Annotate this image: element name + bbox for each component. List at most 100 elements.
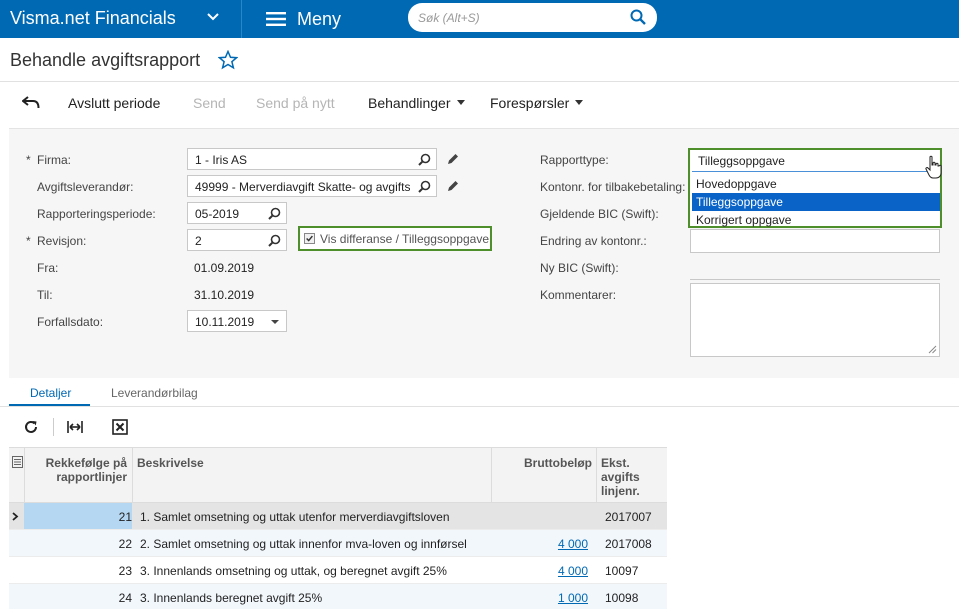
row-description[interactable]: 3. Innenlands omsetning og uttak, og ber… <box>140 564 447 578</box>
provider-label: Avgiftsleverandør: <box>37 180 134 194</box>
report-type-option-supplementary[interactable]: Tilleggsoppgave <box>692 193 940 211</box>
actions-menu-label: Behandlinger <box>368 95 451 111</box>
column-header-ext-line1: Ekst. <box>601 456 630 470</box>
report-type-option-main[interactable]: Hovedoppgave <box>692 175 940 193</box>
comments-label: Kommentarer: <box>540 288 617 302</box>
bic-label: Gjeldende BIC (Swift): <box>540 207 659 221</box>
company-value: 1 - Iris AS <box>195 153 248 167</box>
edit-pencil-icon[interactable] <box>446 153 459 166</box>
column-settings-icon[interactable] <box>12 456 23 468</box>
from-label: Fra: <box>37 261 59 275</box>
report-type-value[interactable]: Tilleggsoppgave <box>692 152 938 172</box>
row-ext[interactable]: 10098 <box>605 591 638 605</box>
show-diff-checkbox[interactable]: Vis differanse / Tilleggsoppgave <box>298 226 492 251</box>
row-ext[interactable]: 2017007 <box>605 510 652 524</box>
table-row[interactable]: 23 3. Innenlands omsetning og uttak, og … <box>9 557 667 584</box>
row-gross-link[interactable]: 1 000 <box>528 591 588 605</box>
row-ext[interactable]: 10097 <box>605 564 638 578</box>
row-order[interactable]: 21 <box>72 510 132 524</box>
report-type-option-corrected[interactable]: Korrigert oppgave <box>692 211 940 229</box>
row-order[interactable]: 24 <box>72 591 132 605</box>
search-input[interactable] <box>418 9 618 27</box>
chevron-down-icon[interactable] <box>206 10 220 24</box>
refresh-icon[interactable] <box>23 419 39 435</box>
hand-cursor-icon <box>925 155 942 179</box>
page-title: Behandle avgiftsrapport <box>10 50 201 70</box>
row-description[interactable]: 1. Samlet omsetning og uttak utenfor mer… <box>140 510 450 524</box>
resend-button[interactable]: Send på nytt <box>256 95 335 111</box>
new-bic-field[interactable] <box>690 279 940 280</box>
menu-button[interactable]: Meny <box>297 9 341 30</box>
search-icon[interactable] <box>418 153 431 166</box>
period-field[interactable]: 05-2019 <box>187 202 287 224</box>
revision-value: 2 <box>195 234 202 248</box>
send-button[interactable]: Send <box>193 95 226 111</box>
change-account-field[interactable] <box>690 229 940 253</box>
table-row[interactable]: 22 2. Samlet omsetning og uttak innenfor… <box>9 530 667 557</box>
required-mark: * <box>26 234 31 248</box>
row-pointer-icon <box>12 512 19 521</box>
show-diff-label: Vis differanse / Tilleggsoppgave <box>320 232 490 246</box>
column-header-gross[interactable]: Bruttobeløp <box>496 456 592 470</box>
search-icon[interactable] <box>268 234 281 247</box>
app-brand[interactable]: Visma.net Financials <box>10 8 176 29</box>
row-description[interactable]: 2. Samlet omsetning og uttak innenfor mv… <box>140 537 467 551</box>
row-gross-link[interactable]: 4 000 <box>528 564 588 578</box>
required-mark: * <box>26 153 31 167</box>
row-ext[interactable]: 2017008 <box>605 537 652 551</box>
inquiries-menu-label: Forespørsler <box>490 95 570 111</box>
revision-field[interactable]: 2 <box>187 229 287 251</box>
caret-down-icon <box>456 99 465 105</box>
edit-pencil-icon[interactable] <box>446 180 459 193</box>
period-value: 05-2019 <box>195 207 240 221</box>
column-header-order[interactable]: Rekkefølge på rapportlinjer <box>29 456 127 484</box>
column-header-ext-line[interactable]: Ekst. avgifts linjenr. <box>601 456 640 498</box>
row-order[interactable]: 23 <box>72 564 132 578</box>
resize-grip-icon[interactable] <box>928 345 937 354</box>
close-period-button[interactable]: Avslutt periode <box>68 95 160 111</box>
column-header-order-line1: Rekkefølge på <box>45 456 127 470</box>
column-header-ext-line3: linjenr. <box>601 484 640 498</box>
column-header-description[interactable]: Beskrivelse <box>137 456 204 470</box>
favorite-star-icon[interactable] <box>218 50 238 70</box>
tab-details[interactable]: Detaljer <box>30 386 71 400</box>
column-divider <box>24 448 25 503</box>
inquiries-menu[interactable]: Forespørsler <box>490 95 584 111</box>
due-date-label: Forfallsdato: <box>37 315 104 329</box>
comments-textarea[interactable] <box>690 283 940 357</box>
caret-down-icon <box>575 99 584 105</box>
hamburger-icon[interactable] <box>266 12 286 26</box>
fit-columns-icon[interactable] <box>67 419 83 435</box>
checkbox-checked-icon[interactable] <box>304 233 315 244</box>
report-type-label: Rapporttype: <box>540 153 609 167</box>
actions-menu[interactable]: Behandlinger <box>368 95 465 111</box>
table-row[interactable]: 21 1. Samlet omsetning og uttak utenfor … <box>9 503 667 530</box>
search-box[interactable] <box>408 3 657 32</box>
top-bar: Visma.net Financials Meny <box>0 0 959 38</box>
search-icon[interactable] <box>418 180 431 193</box>
row-description[interactable]: 3. Innenlands beregnet avgift 25% <box>140 591 322 605</box>
change-account-label: Endring av kontonr.: <box>540 234 647 248</box>
refund-account-label: Kontonr. for tilbakebetaling: <box>540 180 686 194</box>
undo-icon[interactable] <box>22 96 40 110</box>
table-row[interactable]: 24 3. Innenlands beregnet avgift 25% 1 0… <box>9 584 667 609</box>
provider-value: 49999 - Merverdiavgift Skatte- og avgift… <box>195 180 410 194</box>
to-value: 31.10.2019 <box>194 288 255 302</box>
search-icon[interactable] <box>630 9 646 25</box>
row-gross-link[interactable]: 4 000 <box>528 537 588 551</box>
company-field[interactable]: 1 - Iris AS <box>187 148 437 170</box>
new-bic-label: Ny BIC (Swift): <box>540 261 619 275</box>
export-excel-icon[interactable] <box>112 419 128 435</box>
column-divider <box>491 448 492 503</box>
revision-label: Revisjon: <box>37 234 87 248</box>
dropdown-arrow-icon[interactable] <box>271 320 279 324</box>
topbar-divider <box>241 0 242 38</box>
row-order[interactable]: 22 <box>72 537 132 551</box>
due-date-field[interactable]: 10.11.2019 <box>187 310 287 332</box>
report-type-select[interactable]: Tilleggsoppgave Hovedoppgave Tilleggsopp… <box>688 148 942 228</box>
search-icon[interactable] <box>268 207 281 220</box>
tab-supplier-docs[interactable]: Leverandørbilag <box>111 386 198 400</box>
provider-field[interactable]: 49999 - Merverdiavgift Skatte- og avgift… <box>187 175 437 197</box>
column-divider <box>596 448 597 503</box>
period-label: Rapporteringsperiode: <box>37 207 156 221</box>
